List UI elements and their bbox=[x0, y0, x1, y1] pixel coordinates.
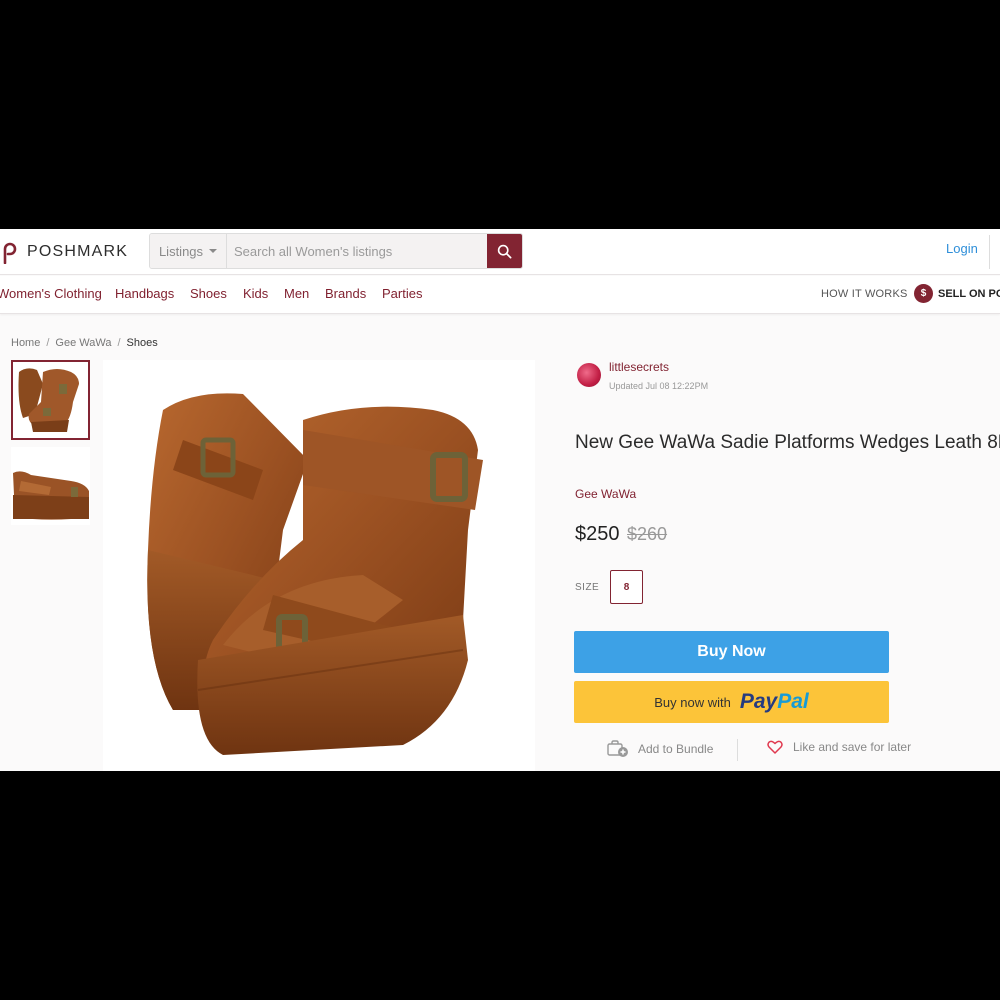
like-label: Like and save for later bbox=[793, 740, 912, 754]
breadcrumb-separator: / bbox=[117, 337, 121, 349]
sell-on-poshmark-link[interactable]: SELL ON PO bbox=[938, 288, 1000, 300]
poshmark-listing-page: POSHMARK Listings Login Women's Clothing… bbox=[0, 229, 1000, 771]
dollar-sign-icon: $ bbox=[914, 284, 933, 303]
search-bar: Listings bbox=[149, 233, 523, 269]
login-link[interactable]: Login bbox=[946, 241, 978, 256]
search-input[interactable] bbox=[227, 234, 487, 268]
thumbnail-shoe-side-image bbox=[11, 447, 90, 525]
updated-timestamp: Updated Jul 08 12:22PM bbox=[609, 381, 709, 391]
listing-brand[interactable]: Gee WaWa bbox=[575, 487, 636, 501]
header-divider bbox=[989, 235, 990, 269]
poshmark-logo[interactable]: POSHMARK bbox=[0, 238, 128, 266]
seller-avatar[interactable] bbox=[577, 363, 601, 387]
add-to-bundle-button[interactable]: Add to Bundle bbox=[607, 740, 713, 758]
size-option[interactable]: 8 bbox=[610, 570, 643, 604]
nav-item-parties[interactable]: Parties bbox=[382, 286, 422, 301]
buy-with-paypal-button[interactable]: Buy now with PayPal bbox=[574, 681, 889, 723]
nav-item-shoes[interactable]: Shoes bbox=[190, 286, 227, 301]
search-button[interactable] bbox=[487, 234, 522, 268]
thumbnail-1[interactable] bbox=[11, 360, 90, 440]
listing-price: $250 bbox=[575, 523, 620, 545]
main-product-image[interactable] bbox=[103, 360, 535, 771]
search-scope-dropdown[interactable]: Listings bbox=[150, 234, 227, 268]
wedge-sandal-image bbox=[103, 360, 535, 771]
nav-item-brands[interactable]: Brands bbox=[325, 286, 366, 301]
breadcrumb: Home / Gee WaWa / Shoes bbox=[11, 337, 158, 349]
paypal-logo: PayPal bbox=[739, 690, 809, 713]
nav-item-womens-clothing[interactable]: Women's Clothing bbox=[0, 286, 102, 301]
buy-now-button[interactable]: Buy Now bbox=[574, 631, 889, 673]
size-label: SIZE bbox=[575, 582, 600, 593]
add-to-bundle-label: Add to Bundle bbox=[638, 742, 714, 756]
search-scope-label: Listings bbox=[158, 243, 204, 259]
seller-name[interactable]: littlesecrets bbox=[609, 360, 669, 374]
search-icon bbox=[497, 244, 512, 258]
caret-down-icon bbox=[209, 249, 218, 253]
paypal-button-text: Buy now with bbox=[654, 694, 731, 710]
bundle-icon bbox=[607, 740, 628, 757]
action-divider bbox=[737, 739, 738, 761]
like-button[interactable]: Like and save for later bbox=[767, 740, 911, 754]
breadcrumb-home[interactable]: Home bbox=[11, 337, 40, 349]
top-header: POSHMARK Listings Login bbox=[0, 229, 1000, 275]
category-nav: Women's Clothing Handbags Shoes Kids Men… bbox=[0, 276, 1000, 314]
original-price: $260 bbox=[627, 524, 668, 544]
poshmark-logo-icon bbox=[3, 242, 17, 264]
heart-icon bbox=[767, 740, 783, 754]
thumbnail-shoe-image bbox=[13, 362, 88, 438]
nav-item-handbags[interactable]: Handbags bbox=[115, 286, 174, 301]
thumbnail-2[interactable] bbox=[11, 447, 90, 525]
logo-text: POSHMARK bbox=[27, 243, 129, 260]
breadcrumb-separator: / bbox=[46, 337, 50, 349]
listing-title: New Gee WaWa Sadie Platforms Wedges Leat… bbox=[575, 432, 1000, 453]
breadcrumb-brand[interactable]: Gee WaWa bbox=[55, 337, 111, 349]
nav-item-men[interactable]: Men bbox=[284, 286, 309, 301]
nav-item-kids[interactable]: Kids bbox=[243, 286, 268, 301]
how-it-works-link[interactable]: HOW IT WORKS bbox=[821, 288, 908, 300]
breadcrumb-current: Shoes bbox=[126, 337, 158, 349]
